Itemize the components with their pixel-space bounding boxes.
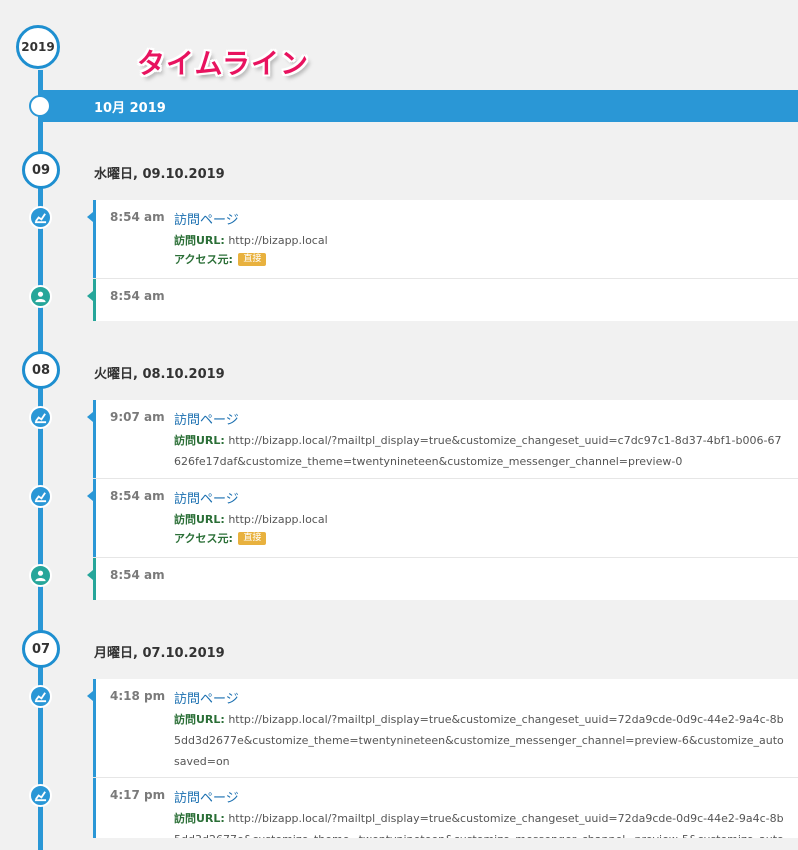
source-line: アクセス元: 直接 (174, 528, 784, 549)
source-line: アクセス元: 直接 (174, 249, 784, 270)
month-label: 10月 2019 (94, 100, 166, 116)
source-label: アクセス元: (174, 253, 233, 266)
day-label: 月曜日, 07.10.2019 (94, 646, 225, 661)
visit-url-line: 訪問URL: http://bizapp.local/?mailtpl_disp… (174, 430, 784, 472)
user-icon (29, 285, 52, 308)
user-icon (29, 564, 52, 587)
visit-url: http://bizapp.local/?mailtpl_display=tru… (174, 812, 784, 838)
visit-url-line: 訪問URL: http://bizapp.local (174, 509, 784, 530)
month-header: 10月 2019 (40, 90, 798, 122)
day-label: 火曜日, 08.10.2019 (94, 367, 225, 382)
source-label: アクセス元: (174, 532, 233, 545)
visit-url-label: 訪問URL: (174, 513, 225, 526)
day-marker: 07 (22, 630, 60, 668)
chart-icon (29, 406, 52, 429)
month-marker (29, 95, 51, 117)
event-time: 8:54 am (110, 210, 165, 224)
event-card: 4:17 pm 訪問ページ 訪問URL: http://bizapp.local… (93, 778, 798, 838)
event-card: 8:54 am (87, 558, 798, 600)
chart-icon (29, 206, 52, 229)
source-badge: 直接 (238, 253, 267, 266)
event-title-link[interactable]: 訪問ページ (174, 488, 239, 507)
event-time: 8:54 am (110, 568, 165, 582)
year-marker: 2019 (16, 25, 60, 69)
event-card: 9:07 am 訪問ページ 訪問URL: http://bizapp.local… (87, 400, 798, 478)
source-badge: 直接 (238, 532, 267, 545)
event-time: 9:07 am (110, 410, 165, 424)
day-label: 水曜日, 09.10.2019 (94, 167, 225, 182)
visit-url: http://bizapp.local (228, 513, 328, 526)
event-title-link[interactable]: 訪問ページ (174, 409, 239, 428)
visit-url-label: 訪問URL: (174, 713, 225, 726)
visit-url: http://bizapp.local/?mailtpl_display=tru… (174, 713, 784, 768)
page-title: タイムライン (137, 47, 310, 80)
chart-icon (29, 784, 52, 807)
event-title-link[interactable]: 訪問ページ (174, 688, 239, 707)
event-time: 4:18 pm (110, 689, 166, 703)
visit-url-label: 訪問URL: (174, 434, 225, 447)
day-marker: 09 (22, 151, 60, 189)
visit-url: http://bizapp.local/?mailtpl_display=tru… (174, 434, 782, 468)
visit-url-line: 訪問URL: http://bizapp.local/?mailtpl_disp… (174, 709, 784, 772)
event-title-link[interactable]: 訪問ページ (174, 209, 239, 228)
event-card: 8:54 am 訪問ページ 訪問URL: http://bizapp.local… (87, 200, 798, 278)
visit-url-line: 訪問URL: http://bizapp.local (174, 230, 784, 251)
event-time: 8:54 am (110, 489, 165, 503)
visit-url-label: 訪問URL: (174, 234, 225, 247)
visit-url-line: 訪問URL: http://bizapp.local/?mailtpl_disp… (174, 808, 784, 838)
day-marker: 08 (22, 351, 60, 389)
visit-url: http://bizapp.local (228, 234, 328, 247)
event-card: 8:54 am 訪問ページ 訪問URL: http://bizapp.local… (87, 479, 798, 557)
event-card: 8:54 am (87, 279, 798, 321)
event-time: 8:54 am (110, 289, 165, 303)
event-title-link[interactable]: 訪問ページ (174, 787, 239, 806)
chart-icon (29, 485, 52, 508)
event-card: 4:18 pm 訪問ページ 訪問URL: http://bizapp.local… (87, 679, 798, 777)
chart-icon (29, 685, 52, 708)
visit-url-label: 訪問URL: (174, 812, 225, 825)
event-time: 4:17 pm (110, 788, 166, 802)
